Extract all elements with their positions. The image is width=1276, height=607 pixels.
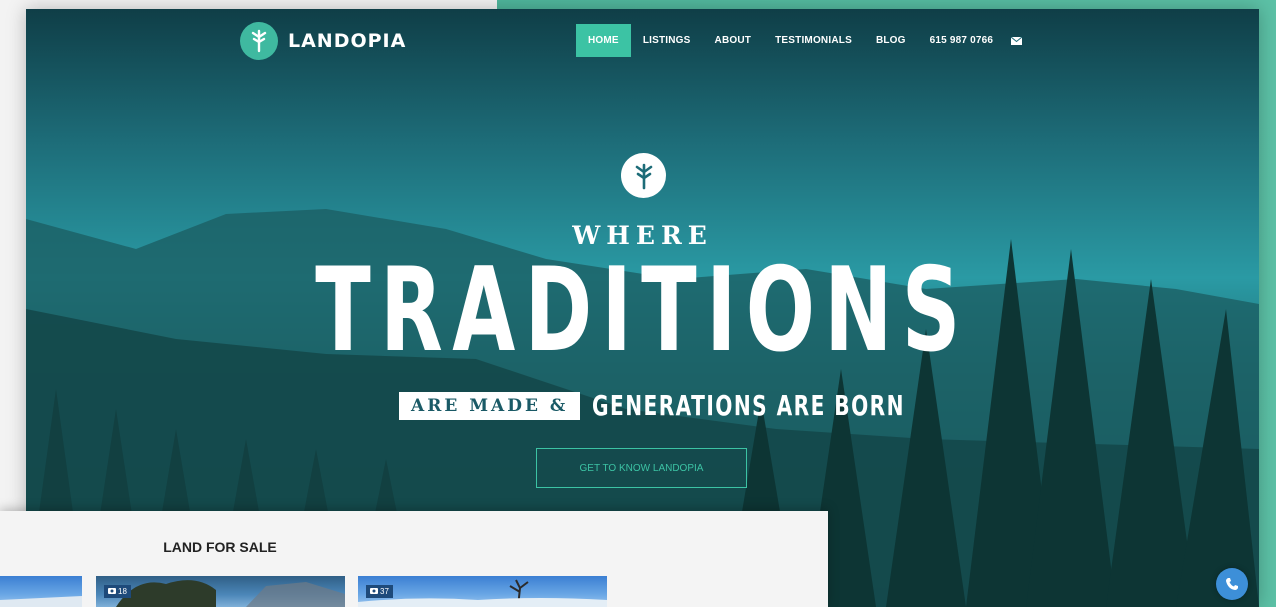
photo-count: 37 [380, 587, 389, 596]
photo-count-badge: 37 [366, 585, 393, 598]
hero-line-traditions: TRADITIONS [315, 243, 970, 378]
phone-icon[interactable] [1216, 568, 1248, 600]
cta-button[interactable]: GET TO KNOW LANDOPIA [536, 448, 747, 488]
camera-icon [108, 587, 116, 596]
listing-thumbnail[interactable]: 37 [358, 576, 607, 607]
camera-icon [370, 587, 378, 596]
listing-thumbnail[interactable] [0, 576, 82, 607]
hero-generations-text: GENERATIONS ARE BORN [592, 389, 906, 422]
photo-count-badge: 18 [104, 585, 131, 598]
hero-line-three: ARE MADE & GENERATIONS ARE BORN [399, 389, 1027, 422]
listing-thumbnail[interactable]: 18 [96, 576, 345, 607]
section-title: LAND FOR SALE [163, 539, 277, 555]
photo-count: 18 [118, 587, 127, 596]
hero-boxed-text: ARE MADE & [399, 391, 581, 420]
listings-panel: LAND FOR SALE 18 37 [0, 511, 828, 607]
tree-icon [621, 153, 666, 198]
